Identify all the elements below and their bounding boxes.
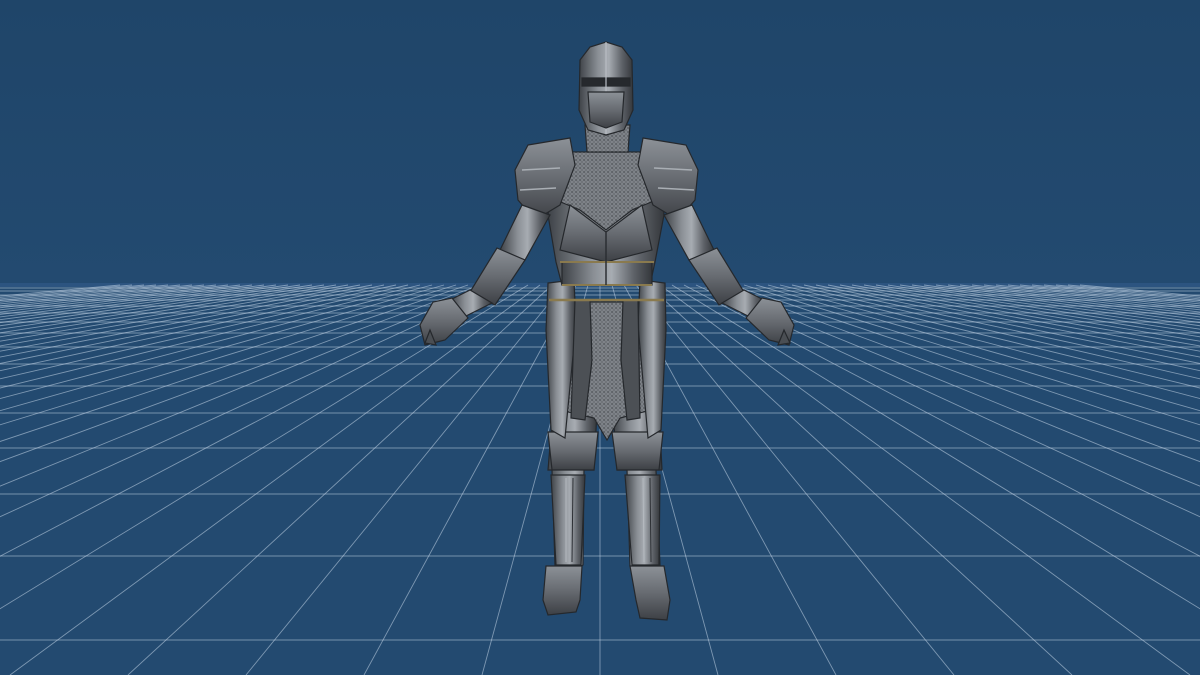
grid-line-depth [995, 284, 1200, 309]
grid-line-depth [971, 284, 1200, 313]
grid-line-depth [851, 284, 1200, 347]
grid-line-depth [695, 284, 1200, 518]
grid-line-depth [0, 284, 169, 303]
grid-line-depth [827, 284, 1200, 358]
helmet [578, 41, 634, 153]
grid-line-depth [363, 284, 577, 675]
grid-line-depth [0, 284, 337, 342]
grid-line-depth [1067, 284, 1200, 298]
grid-line-depth [0, 284, 205, 309]
grid-line-depth [0, 284, 373, 358]
grid-line-depth [983, 284, 1200, 311]
grid-line-depth [791, 284, 1200, 380]
grid-line-depth [0, 284, 217, 311]
right-arm [663, 204, 795, 346]
grid-line-depth [863, 284, 1200, 342]
grid-line-depth [0, 284, 121, 297]
grid-line-depth [647, 284, 1073, 675]
grid-line-depth [0, 284, 493, 487]
grid-line-depth [9, 284, 541, 675]
grid-line-depth [899, 284, 1200, 330]
grid-line-depth [127, 284, 553, 675]
grid-line-depth [0, 284, 433, 399]
grid-line-depth [1031, 284, 1200, 303]
grid-line-depth [0, 284, 397, 372]
grid-line-depth [0, 284, 157, 301]
grid-line-depth [659, 284, 1191, 675]
right-leg [611, 409, 671, 621]
tassets [545, 279, 667, 442]
left-leg [542, 409, 599, 616]
grid-line-depth [0, 284, 301, 330]
grid-line-depth [0, 284, 133, 298]
knight-armor-model[interactable] [419, 41, 795, 621]
grid-line-depth [683, 284, 1200, 557]
grid-line-depth [803, 284, 1200, 372]
grid-line-depth [0, 284, 517, 557]
grid-line-depth [1079, 284, 1200, 297]
left-arm [419, 204, 551, 346]
grid-line-depth [767, 284, 1200, 399]
grid-line-depth [0, 284, 409, 380]
grid-line-depth [959, 284, 1200, 315]
grid-line-depth [0, 284, 241, 315]
grid-line-depth [1043, 284, 1200, 301]
3d-viewport[interactable] [0, 0, 1200, 675]
grid-line-depth [0, 284, 349, 347]
scene-canvas[interactable] [0, 0, 1200, 675]
grid-line-depth [0, 284, 229, 313]
